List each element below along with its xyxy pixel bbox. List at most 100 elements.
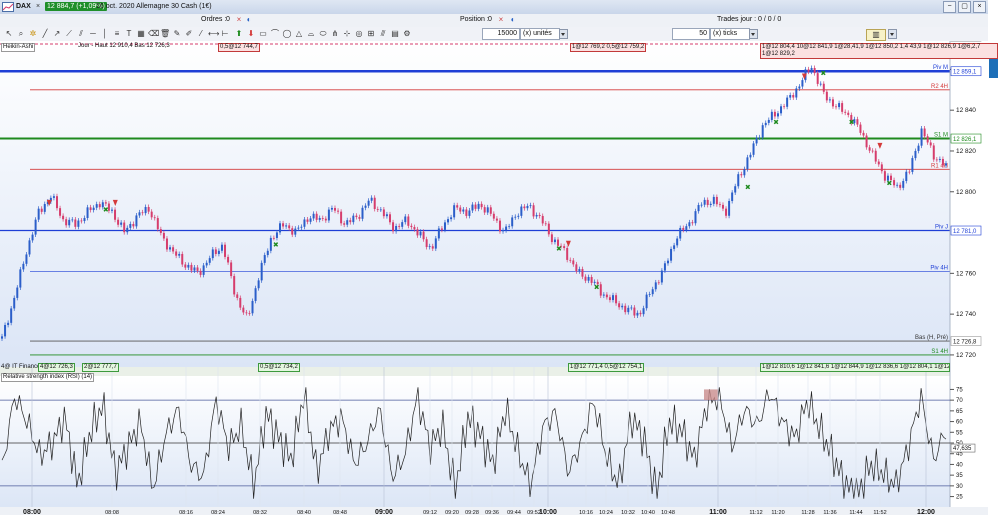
order-tag[interactable]: 0,5@12 744,7 xyxy=(218,43,260,52)
candle-body xyxy=(831,99,834,107)
chart-type-icon[interactable]: ▥ xyxy=(866,29,886,41)
mid-order-tag[interactable]: 1@12 810,6 1@12 841,6 1@12 844,9 1@12 83… xyxy=(760,363,950,372)
candle-body xyxy=(217,250,220,254)
candle-body xyxy=(196,267,199,271)
candle-body xyxy=(297,227,300,229)
candle-body xyxy=(630,307,633,309)
candle-body xyxy=(666,260,669,264)
candle-body xyxy=(110,209,113,211)
candle-body xyxy=(505,226,508,231)
text-icon[interactable]: T xyxy=(124,29,134,39)
candle-body xyxy=(7,322,10,325)
candle-body xyxy=(862,132,865,136)
buy-signal-icon: ✖ xyxy=(745,184,751,192)
candle-body xyxy=(761,125,764,138)
close-window-button[interactable]: × xyxy=(973,1,986,13)
eraser-icon[interactable]: ⌫ xyxy=(148,29,159,39)
settings-icon[interactable]: ⚙ xyxy=(402,29,412,39)
ruler-alt-icon[interactable]: ⊞ xyxy=(366,29,376,39)
candle-body xyxy=(169,247,172,250)
order-tag[interactable]: 1@12 804,4 10@12 841,9 1@28,41,9 1@12 85… xyxy=(760,43,998,59)
position-info-icon[interactable]: ◐ xyxy=(508,15,518,25)
candle-body xyxy=(819,83,822,85)
sell-arrow-icon[interactable]: ⬇ xyxy=(246,29,256,39)
marker-icon[interactable]: ⁄ xyxy=(196,29,206,39)
candle-body xyxy=(172,247,175,252)
hline-icon[interactable]: ─ xyxy=(88,29,98,39)
candle-body xyxy=(718,204,721,206)
chart-area[interactable]: Piv MR2 4HS1 MR1 4HPiv JPiv 4HBas (H, Pr… xyxy=(0,41,988,515)
candle-body xyxy=(587,277,590,281)
rsi-tick-label: 30 xyxy=(956,484,963,490)
cycle-icon[interactable]: ◎ xyxy=(354,29,364,39)
arc-icon[interactable]: ⌓ xyxy=(306,29,316,39)
candle-body xyxy=(159,229,162,233)
rectangle-icon[interactable]: ▭ xyxy=(258,29,268,39)
candle-body xyxy=(443,222,446,230)
fibonacci-icon[interactable]: ≡ xyxy=(112,29,122,39)
line-icon[interactable]: ╱ xyxy=(40,29,50,39)
gann-icon[interactable]: ⊹ xyxy=(342,29,352,39)
trash-icon[interactable]: 🗑 xyxy=(160,29,170,39)
triangle-icon[interactable]: △ xyxy=(294,29,304,39)
circle-icon[interactable]: ◯ xyxy=(282,29,292,39)
quantity-field[interactable]: 15000 xyxy=(482,28,520,40)
quantity-dropdown-icon[interactable] xyxy=(559,29,568,39)
pitchfork-icon[interactable]: ⋔ xyxy=(330,29,340,39)
candle-body xyxy=(550,234,553,243)
candle-body xyxy=(71,219,74,221)
pencil-icon[interactable]: ✎ xyxy=(172,29,182,39)
candle-body xyxy=(639,312,642,315)
candle-body xyxy=(896,184,899,186)
polyline-icon[interactable]: ⌒ xyxy=(270,29,280,39)
magnet-icon[interactable]: ✲ xyxy=(28,29,38,39)
candle-body xyxy=(468,210,471,216)
measure-icon[interactable]: ⟷ xyxy=(208,29,219,39)
candle-body xyxy=(544,223,547,225)
ticks-field[interactable]: 50 xyxy=(672,28,710,40)
candle-body xyxy=(801,80,804,87)
channel-icon[interactable]: ⫽ xyxy=(76,29,86,39)
grid-icon[interactable]: ▦ xyxy=(136,29,146,39)
mid-order-tag[interactable]: 1@12 771,4 0,5@12 754,1 xyxy=(568,363,645,372)
close-position-icon[interactable]: × xyxy=(496,15,506,25)
candle-body xyxy=(703,199,706,205)
ray-icon[interactable]: ↗ xyxy=(52,29,62,39)
candle-body xyxy=(117,219,120,225)
candle-body xyxy=(300,226,303,228)
maximize-button[interactable]: ▢ xyxy=(958,1,971,13)
vline-icon[interactable]: │ xyxy=(100,29,110,39)
brush-icon[interactable]: ✐ xyxy=(184,29,194,39)
zoom-icon[interactable]: ⌕ xyxy=(16,29,26,39)
ticks-dropdown-icon[interactable] xyxy=(749,29,758,39)
candle-body xyxy=(37,208,40,220)
candle-body xyxy=(926,136,929,143)
regression-icon[interactable]: ⫻ xyxy=(378,29,388,39)
heikin-ashi-tag[interactable]: Heikin-Ashi xyxy=(1,43,36,52)
candle-body xyxy=(520,206,523,216)
ellipse-icon[interactable]: ⬭ xyxy=(318,29,328,39)
buy-arrow-icon[interactable]: ⬆ xyxy=(234,29,244,39)
mid-order-tag[interactable]: 2@12 777,7 xyxy=(82,363,119,372)
candle-body xyxy=(691,222,694,224)
mid-order-tag[interactable]: 0,5@12 734,2 xyxy=(258,363,300,372)
candle-body xyxy=(621,305,624,308)
order-tag[interactable]: 1@12 769,2 0,5@12 759,2 xyxy=(570,43,647,52)
trend-icon[interactable]: ⟋ xyxy=(64,29,74,39)
candle-body xyxy=(642,308,645,315)
ruler-icon[interactable]: ⊢ xyxy=(220,29,230,39)
template-icon[interactable]: ▤ xyxy=(390,29,400,39)
orders-info-icon[interactable]: ◐ xyxy=(244,15,254,25)
mid-order-tag[interactable]: 4@12 726,3 xyxy=(38,363,75,372)
candle-body xyxy=(731,192,734,201)
candle-body xyxy=(471,204,474,211)
close-symbol-button[interactable]: × xyxy=(36,3,40,10)
chart-type-dropdown-icon[interactable] xyxy=(888,29,897,39)
minimize-button[interactable]: − xyxy=(943,1,956,13)
time-tick-label: 10:16 xyxy=(579,510,593,515)
cursor-icon[interactable]: ↖ xyxy=(4,29,14,39)
rsi-title[interactable]: Relative strength index (RSI) (14) xyxy=(1,373,95,382)
cancel-orders-icon[interactable]: × xyxy=(234,15,244,25)
candle-body xyxy=(135,215,138,227)
candle-body xyxy=(98,204,101,208)
